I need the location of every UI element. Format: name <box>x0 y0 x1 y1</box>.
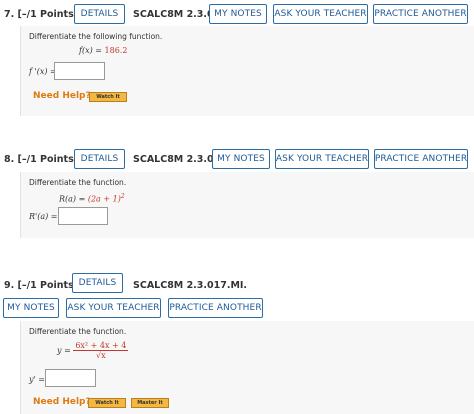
equation-rhs: 186.2 <box>104 46 128 55</box>
problem-9: 9. [–/1 Points] DETAILS SCALC8M 2.3.017.… <box>0 271 474 414</box>
problem-9-points: 9. [–/1 Points] <box>4 280 78 291</box>
problem-7-points: 7. [–/1 Points] <box>4 9 78 20</box>
equation-lhs: f(x) = <box>79 46 105 55</box>
problem-number: 8. <box>4 154 15 165</box>
function-equation: y = 6x² + 4x + 4 √x <box>57 341 129 360</box>
details-button[interactable]: DETAILS <box>72 273 123 293</box>
points-label: [–/1 Points] <box>17 280 79 291</box>
answer-input[interactable] <box>45 369 96 387</box>
equation-lhs: R(a) = <box>59 194 88 204</box>
watch-it-button[interactable]: Watch It <box>89 92 127 102</box>
instruction-text: Differentiate the function. <box>29 178 127 187</box>
equation-rhs: (2a + 1) <box>87 194 121 204</box>
practice-another-button[interactable]: PRACTICE ANOTHER <box>168 298 263 318</box>
my-notes-button[interactable]: MY NOTES <box>212 149 270 169</box>
problem-9-body: Differentiate the function. y = 6x² + 4x… <box>20 321 474 414</box>
my-notes-button[interactable]: MY NOTES <box>3 298 59 318</box>
problem-7: 7. [–/1 Points] DETAILS SCALC8M 2.3.001.… <box>0 0 474 130</box>
watch-it-button[interactable]: Watch It <box>88 398 126 408</box>
equation-exponent: 2 <box>120 193 125 200</box>
answer-label: y' = <box>29 375 45 384</box>
answer-label: R'(a) = <box>29 212 58 221</box>
problem-8-points: 8. [–/1 Points] <box>4 154 78 165</box>
instruction-text: Differentiate the following function. <box>29 32 163 41</box>
points-label: [–/1 Points] <box>17 9 79 20</box>
details-button[interactable]: DETAILS <box>74 4 125 24</box>
problem-code: SCALC8M 2.3.017.MI. <box>133 280 248 291</box>
fraction-denominator: √x <box>96 351 106 360</box>
fraction: 6x² + 4x + 4 √x <box>73 341 129 360</box>
instruction-text: Differentiate the function. <box>29 327 127 336</box>
function-equation: f(x) = 186.2 <box>79 46 127 55</box>
ask-your-teacher-button[interactable]: ASK YOUR TEACHER <box>66 298 161 318</box>
need-help-label: Need Help? <box>33 91 91 101</box>
my-notes-button[interactable]: MY NOTES <box>209 4 267 24</box>
practice-another-button[interactable]: PRACTICE ANOTHER <box>373 4 468 24</box>
need-help-label: Need Help? <box>33 397 91 407</box>
points-label: [–/1 Points] <box>17 154 79 165</box>
master-it-button[interactable]: Master It <box>131 398 169 408</box>
answer-label: f '(x) = <box>29 67 57 76</box>
details-button[interactable]: DETAILS <box>74 149 125 169</box>
ask-your-teacher-button[interactable]: ASK YOUR TEACHER <box>273 4 368 24</box>
answer-input[interactable] <box>58 207 108 225</box>
problem-8: 8. [–/1 Points] DETAILS SCALC8M 2.3.015.… <box>0 145 474 255</box>
problem-8-body: Differentiate the function. R(a) = (2a +… <box>20 172 474 238</box>
fraction-numerator: 6x² + 4x + 4 <box>73 341 129 351</box>
practice-another-button[interactable]: PRACTICE ANOTHER <box>374 149 468 169</box>
problem-number: 7. <box>4 9 15 20</box>
equation-lhs: y = <box>57 346 74 355</box>
ask-your-teacher-button[interactable]: ASK YOUR TEACHER <box>275 149 369 169</box>
function-equation: R(a) = (2a + 1)2 <box>59 193 125 204</box>
problem-number: 9. <box>4 280 15 291</box>
problem-7-body: Differentiate the following function. f(… <box>20 26 474 116</box>
answer-input[interactable] <box>54 62 105 80</box>
